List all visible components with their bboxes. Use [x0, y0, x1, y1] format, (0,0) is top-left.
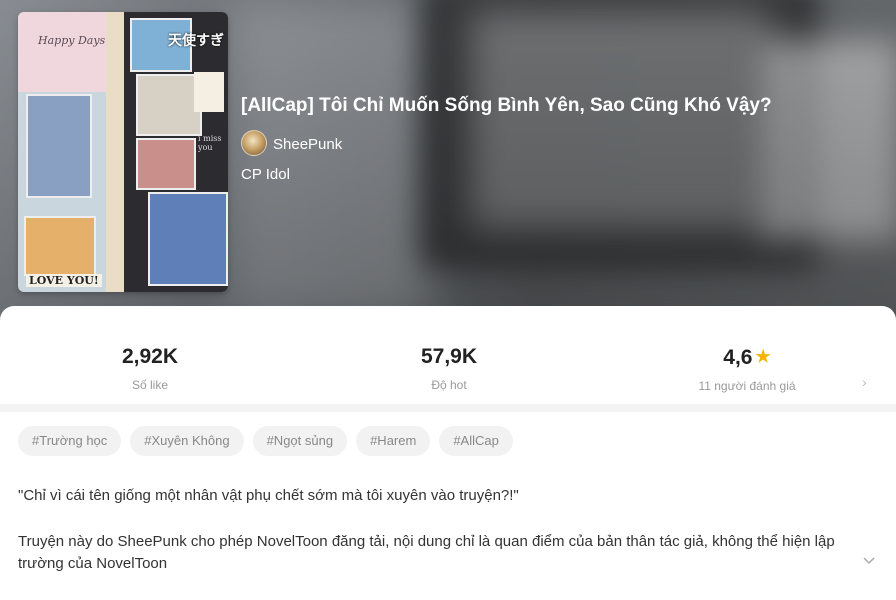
book-cover[interactable]: Happy Days 天使すぎ i miss you LOVE YOU!	[18, 12, 228, 292]
section-divider	[0, 404, 896, 412]
hot-value: 57,9K	[420, 345, 478, 368]
likes-value: 2,92K	[121, 345, 179, 368]
hot-label: Độ hot	[431, 378, 467, 392]
hero-banner: Happy Days 天使すぎ i miss you LOVE YOU! [Al…	[0, 0, 896, 322]
author-avatar[interactable]	[241, 130, 267, 156]
rating-value: 4,6	[723, 346, 753, 369]
cover-text-miss-you: i miss you	[198, 134, 222, 152]
likes-label: Số like	[131, 378, 169, 392]
chevron-down-icon[interactable]	[862, 554, 876, 568]
tag-allcap[interactable]: #AllCap	[439, 426, 513, 456]
book-title: [AllCap] Tôi Chỉ Muốn Sống Bình Yên, Sao…	[241, 95, 772, 116]
tag-harem[interactable]: #Harem	[356, 426, 431, 456]
tag-xuyen-khong[interactable]: #Xuyên Không	[130, 426, 244, 456]
tag-list: #Trường học #Xuyên Không #Ngọt sủng #Har…	[18, 426, 513, 456]
stat-likes: 2,92K Số like	[50, 344, 250, 392]
tag-truong-hoc[interactable]: #Trường học	[18, 426, 122, 456]
cover-text-happy-days: Happy Days	[38, 34, 106, 47]
rating-count-label: 11 người đánh giá	[698, 379, 796, 393]
book-category[interactable]: CP Idol	[241, 166, 290, 183]
description-body: Truyện này do SheePunk cho phép NovelToo…	[18, 533, 835, 572]
stat-hot: 57,9K Độ hot	[349, 344, 549, 392]
stat-rating[interactable]: 4,6 ★ 11 người đánh giá	[647, 344, 847, 393]
cover-text-love-you: LOVE YOU!	[26, 274, 102, 287]
author-name[interactable]: SheePunk	[273, 136, 342, 153]
cover-text-japanese: 天使すぎ	[168, 33, 224, 49]
chevron-right-icon[interactable]: ›	[862, 374, 867, 390]
tag-ngot-sung[interactable]: #Ngọt sủng	[252, 426, 348, 456]
description-quote: "Chỉ vì cái tên giống một nhân vật phụ c…	[18, 487, 519, 504]
star-icon: ★	[755, 347, 771, 366]
